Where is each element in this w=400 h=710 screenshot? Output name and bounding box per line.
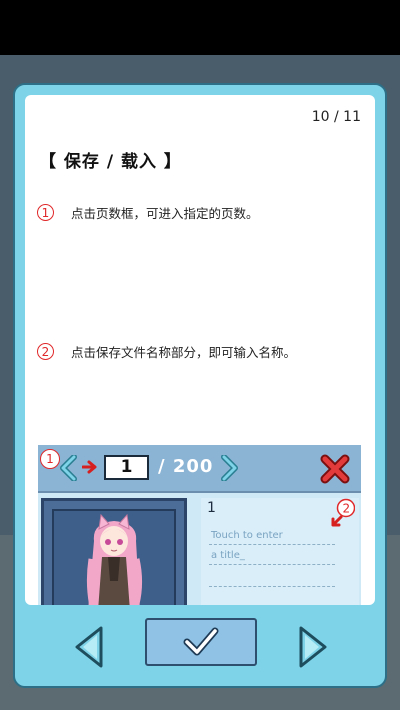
chevron-left-icon[interactable] [58,455,80,481]
preview-header: 1 1 / 200 [38,445,361,493]
tutorial-page: 10 / 11 【 保存 / 载入 】 1 点击页数框，可进入指定的页数。 2 … [25,95,375,605]
slot-thumbnail-frame [41,498,187,605]
step-2: 2 点击保存文件名称部分，即可输入名称。 [37,342,296,361]
callout-badge-1: 1 [40,449,60,469]
step-1: 1 点击页数框，可进入指定的页数。 [37,203,259,222]
slot-info: 1 2 Touch to enter a title_ [201,498,359,605]
next-page-button[interactable] [295,625,329,669]
chevron-right-icon[interactable] [218,455,240,481]
section-title: 【 保存 / 载入 】 [39,152,182,172]
save-slot[interactable]: 1 2 Touch to enter a title_ [38,493,361,605]
title-divider [209,564,335,565]
step-text: 点击页数框，可进入指定的页数。 [71,206,259,221]
page-counter: 10 / 11 [311,109,361,125]
prev-page-button[interactable] [73,625,107,669]
pointer-arrow-icon [82,460,97,474]
tutorial-dialog: 10 / 11 【 保存 / 载入 】 1 点击页数框，可进入指定的页数。 2 … [13,83,387,688]
status-bar [0,0,400,55]
save-load-preview: 1 1 / 200 1 2 Touch to enter a title_ [38,445,361,605]
total-pages-label: / 200 [158,456,214,477]
page-number-input[interactable]: 1 [104,455,149,480]
close-icon[interactable] [320,454,350,484]
check-icon [183,627,219,656]
title-divider [209,544,335,545]
title-hint-line-2[interactable]: a title_ [211,550,245,561]
step-text: 点击保存文件名称部分，即可输入名称。 [71,345,297,360]
title-divider [209,586,335,587]
callout-badge-2: 2 [331,498,355,527]
step-number-badge: 2 [37,343,54,360]
character-sprite [86,513,143,605]
title-hint-line-1[interactable]: Touch to enter [211,530,283,541]
step-number-badge: 1 [37,204,54,221]
svg-text:2: 2 [343,502,351,516]
slot-thumbnail [52,509,176,605]
slot-number-label: 1 [207,500,215,516]
svg-text:1: 1 [207,500,215,516]
confirm-button[interactable] [145,618,257,666]
